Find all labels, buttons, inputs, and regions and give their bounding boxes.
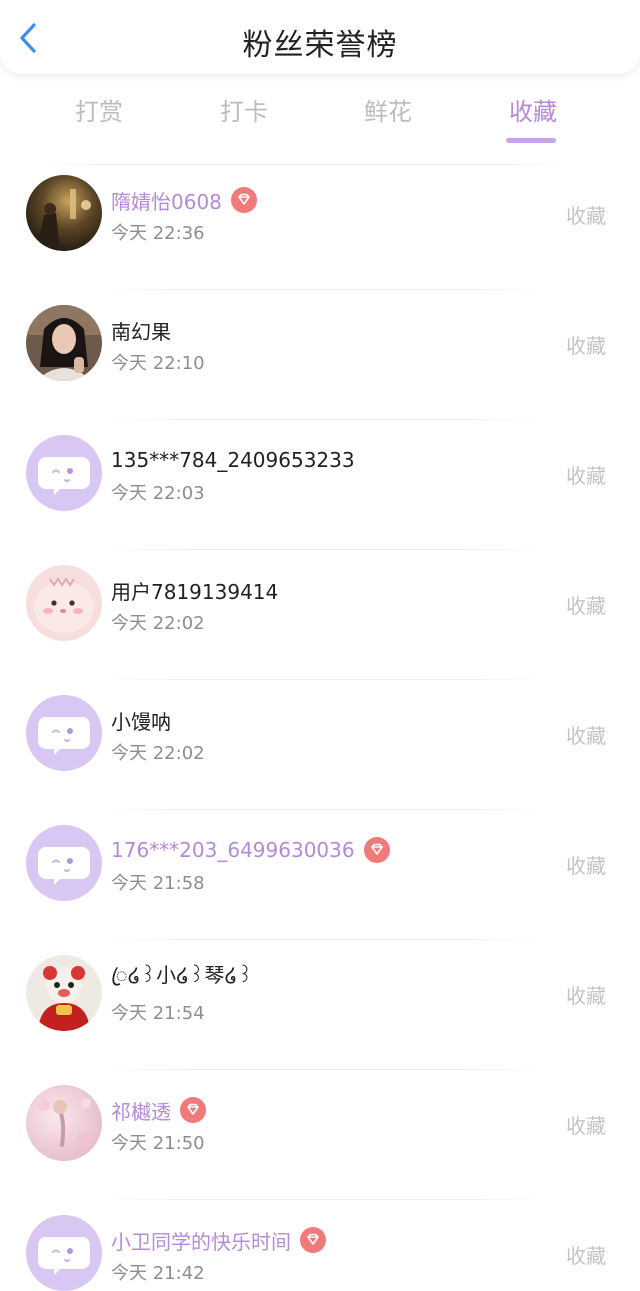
avatar[interactable] xyxy=(26,695,102,771)
fan-name-line: 176***203_6499630036 xyxy=(111,835,390,865)
vip-diamond-icon xyxy=(230,187,257,213)
collect-action[interactable]: 收藏 xyxy=(566,720,606,749)
fan-name: 隋婧怡0608 xyxy=(111,189,222,214)
collect-action[interactable]: 收藏 xyxy=(566,590,606,619)
collect-action[interactable]: 收藏 xyxy=(566,1240,606,1269)
fan-name-line: 135***784_2409653233 xyxy=(111,445,355,475)
fan-name-line: ꦿ໒꒱小໒꒱琴໒꒱ xyxy=(111,963,253,995)
fan-name: 小馒呐 xyxy=(111,709,171,734)
collect-action[interactable]: 收藏 xyxy=(566,460,606,489)
avatar[interactable] xyxy=(26,175,102,251)
page-title: 粉丝荣誉榜 xyxy=(242,28,398,63)
vip-diamond-icon xyxy=(180,1097,206,1123)
fan-time: 今天 22:10 xyxy=(111,353,205,374)
fan-honor-page: 粉丝荣誉榜 打赏 打卡 鲜花 收藏 隋婧怡0608 今天 22:36 收藏 南幻… xyxy=(0,0,640,1291)
tab-flowers[interactable]: 鲜花 xyxy=(333,92,443,144)
fan-name-line: 小卫同学的快乐时间 xyxy=(111,1225,326,1255)
collect-action[interactable]: 收藏 xyxy=(566,1110,606,1139)
collect-action[interactable]: 收藏 xyxy=(566,850,606,879)
tab-reward[interactable]: 打赏 xyxy=(44,92,154,144)
fan-name: ꦿ໒꒱小໒꒱琴໒꒱ xyxy=(111,963,253,987)
fan-time: 今天 21:54 xyxy=(111,1003,205,1024)
list-item[interactable]: 小卫同学的快乐时间 今天 21:42 收藏 xyxy=(0,1200,640,1291)
list-item[interactable]: 135***784_2409653233 今天 22:03 收藏 xyxy=(0,420,640,550)
fan-name-line: 小馒呐 xyxy=(111,705,171,735)
tab-checkin[interactable]: 打卡 xyxy=(189,92,299,144)
avatar[interactable] xyxy=(26,435,102,511)
avatar[interactable] xyxy=(26,305,102,381)
avatar[interactable] xyxy=(26,1085,102,1161)
tab-bar: 打赏 打卡 鲜花 收藏 xyxy=(0,92,640,152)
fan-time: 今天 21:50 xyxy=(111,1133,205,1154)
fan-name: 用户7819139414 xyxy=(111,579,279,604)
fan-time: 今天 22:36 xyxy=(111,223,205,244)
avatar[interactable] xyxy=(26,955,102,1031)
fan-time: 今天 22:02 xyxy=(111,613,205,634)
fan-time: 今天 21:42 xyxy=(111,1263,205,1284)
list-item[interactable]: 隋婧怡0608 今天 22:36 收藏 xyxy=(0,160,640,290)
list-item[interactable]: 用户7819139414 今天 22:02 收藏 xyxy=(0,550,640,680)
list-item[interactable]: 南幻果 今天 22:10 收藏 xyxy=(0,290,640,420)
fan-time: 今天 22:02 xyxy=(111,743,205,764)
fan-name: 小卫同学的快乐时间 xyxy=(111,1229,291,1254)
list-item[interactable]: 176***203_6499630036 今天 21:58 收藏 xyxy=(0,810,640,940)
fan-name: 南幻果 xyxy=(111,319,171,344)
fan-time: 今天 22:03 xyxy=(111,483,205,504)
fan-list: 隋婧怡0608 今天 22:36 收藏 南幻果 今天 22:10 收藏 135*… xyxy=(0,160,640,1291)
avatar[interactable] xyxy=(26,1215,102,1291)
fan-name-line: 祁樾透 xyxy=(111,1095,206,1125)
fan-name: 135***784_2409653233 xyxy=(111,448,355,472)
top-bar: 粉丝荣誉榜 xyxy=(0,0,640,74)
avatar[interactable] xyxy=(26,565,102,641)
fan-name-line: 用户7819139414 xyxy=(111,575,278,605)
fan-name: 祁樾透 xyxy=(111,1099,171,1124)
tab-collect[interactable]: 收藏 xyxy=(478,92,588,144)
collect-action[interactable]: 收藏 xyxy=(566,200,606,229)
tab-collect-label: 收藏 xyxy=(509,98,557,126)
fan-name: 176***203_6499630036 xyxy=(111,838,355,862)
vip-diamond-icon xyxy=(363,837,390,863)
fan-name-line: 隋婧怡0608 xyxy=(111,185,257,215)
list-item[interactable]: 小馒呐 今天 22:02 收藏 xyxy=(0,680,640,810)
collect-action[interactable]: 收藏 xyxy=(566,330,606,359)
fan-name-line: 南幻果 xyxy=(111,315,171,345)
list-item[interactable]: ꦿ໒꒱小໒꒱琴໒꒱ 今天 21:54 收藏 xyxy=(0,940,640,1070)
collect-action[interactable]: 收藏 xyxy=(566,980,606,1009)
fan-time: 今天 21:58 xyxy=(111,873,205,894)
avatar[interactable] xyxy=(26,825,102,901)
active-tab-indicator xyxy=(506,138,556,143)
list-item[interactable]: 祁樾透 今天 21:50 收藏 xyxy=(0,1070,640,1200)
vip-diamond-icon xyxy=(300,1227,326,1253)
